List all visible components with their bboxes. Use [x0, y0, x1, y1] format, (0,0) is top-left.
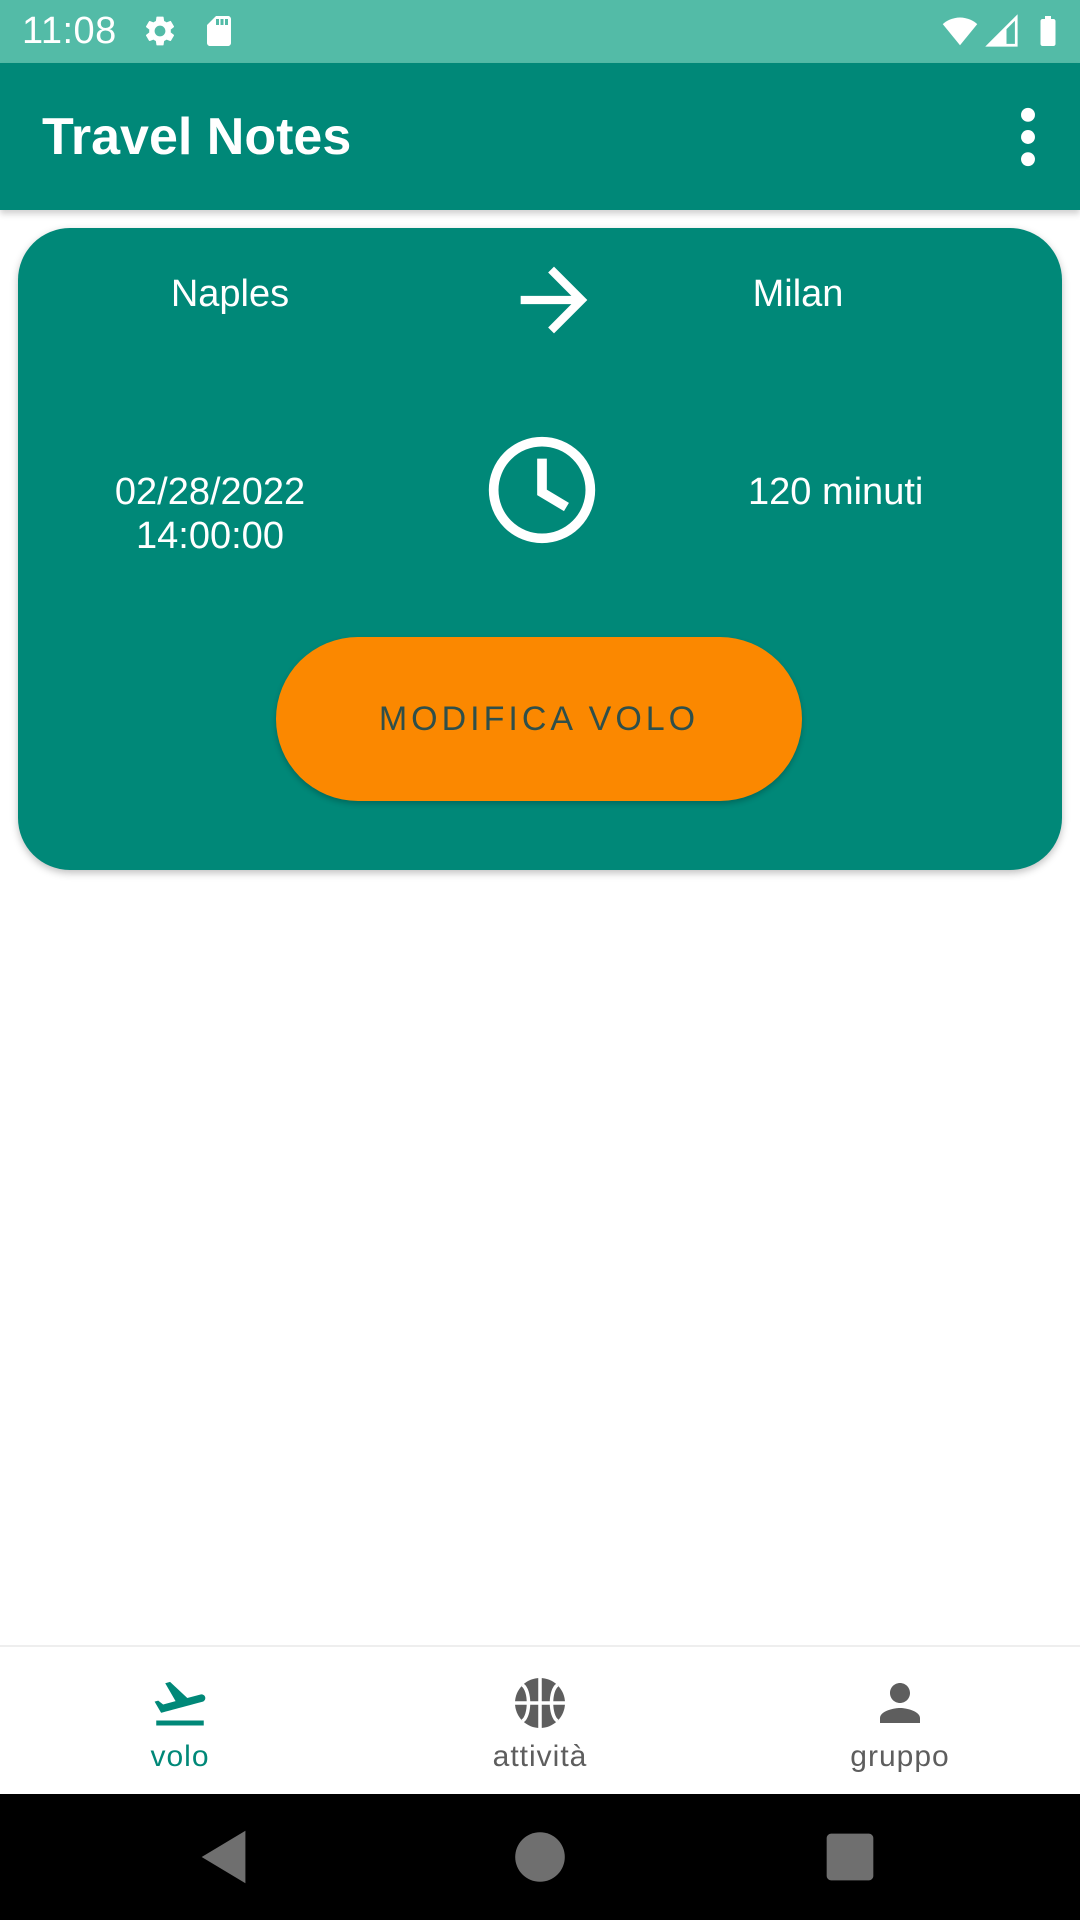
back-icon[interactable]: [190, 1822, 260, 1892]
sports-basketball-icon: [515, 1678, 565, 1728]
home-icon[interactable]: [505, 1822, 575, 1892]
app-title: Travel Notes: [42, 108, 352, 166]
bottom-navigation: volo attività gruppo: [0, 1645, 1080, 1796]
nav-label-attivita: attività: [492, 1740, 588, 1773]
destination-city: Milan: [752, 273, 844, 315]
nav-item-volo[interactable]: volo: [0, 1647, 360, 1796]
nav-label-volo: volo: [150, 1740, 210, 1773]
more-vert-icon[interactable]: [990, 99, 1066, 175]
cellular-signal-icon: [985, 14, 1018, 47]
flight-card: Naples Milan 02/28/2022 14:00:00 120 min…: [18, 228, 1062, 870]
departure-time: 14:00:00: [136, 515, 284, 557]
battery-icon: [1040, 16, 1056, 46]
person-icon: [880, 1683, 920, 1723]
origin-city: Naples: [170, 273, 290, 315]
nav-item-attivita[interactable]: attività: [360, 1647, 720, 1796]
gear-icon: [145, 16, 175, 46]
flight-duration: 120 minuti: [748, 471, 924, 513]
status-bar: 11:08: [0, 0, 1080, 63]
flight-takeoff-icon: [154, 1681, 206, 1726]
arrow-right-icon: [520, 266, 588, 334]
clock-icon: [488, 436, 596, 544]
sd-card-icon: [207, 16, 231, 46]
edit-flight-button[interactable]: MODIFICA VOLO: [276, 637, 802, 801]
app-bar: Travel Notes: [0, 63, 1080, 210]
system-navigation-bar: [0, 1794, 1080, 1920]
wifi-icon: [942, 17, 978, 46]
nav-item-gruppo[interactable]: gruppo: [720, 1647, 1080, 1796]
nav-label-gruppo: gruppo: [850, 1740, 950, 1773]
departure-datetime: 02/28/2022 14:00:00: [70, 470, 350, 558]
recents-icon[interactable]: [815, 1822, 885, 1892]
status-time: 11:08: [22, 10, 117, 52]
departure-date: 02/28/2022: [114, 471, 306, 513]
